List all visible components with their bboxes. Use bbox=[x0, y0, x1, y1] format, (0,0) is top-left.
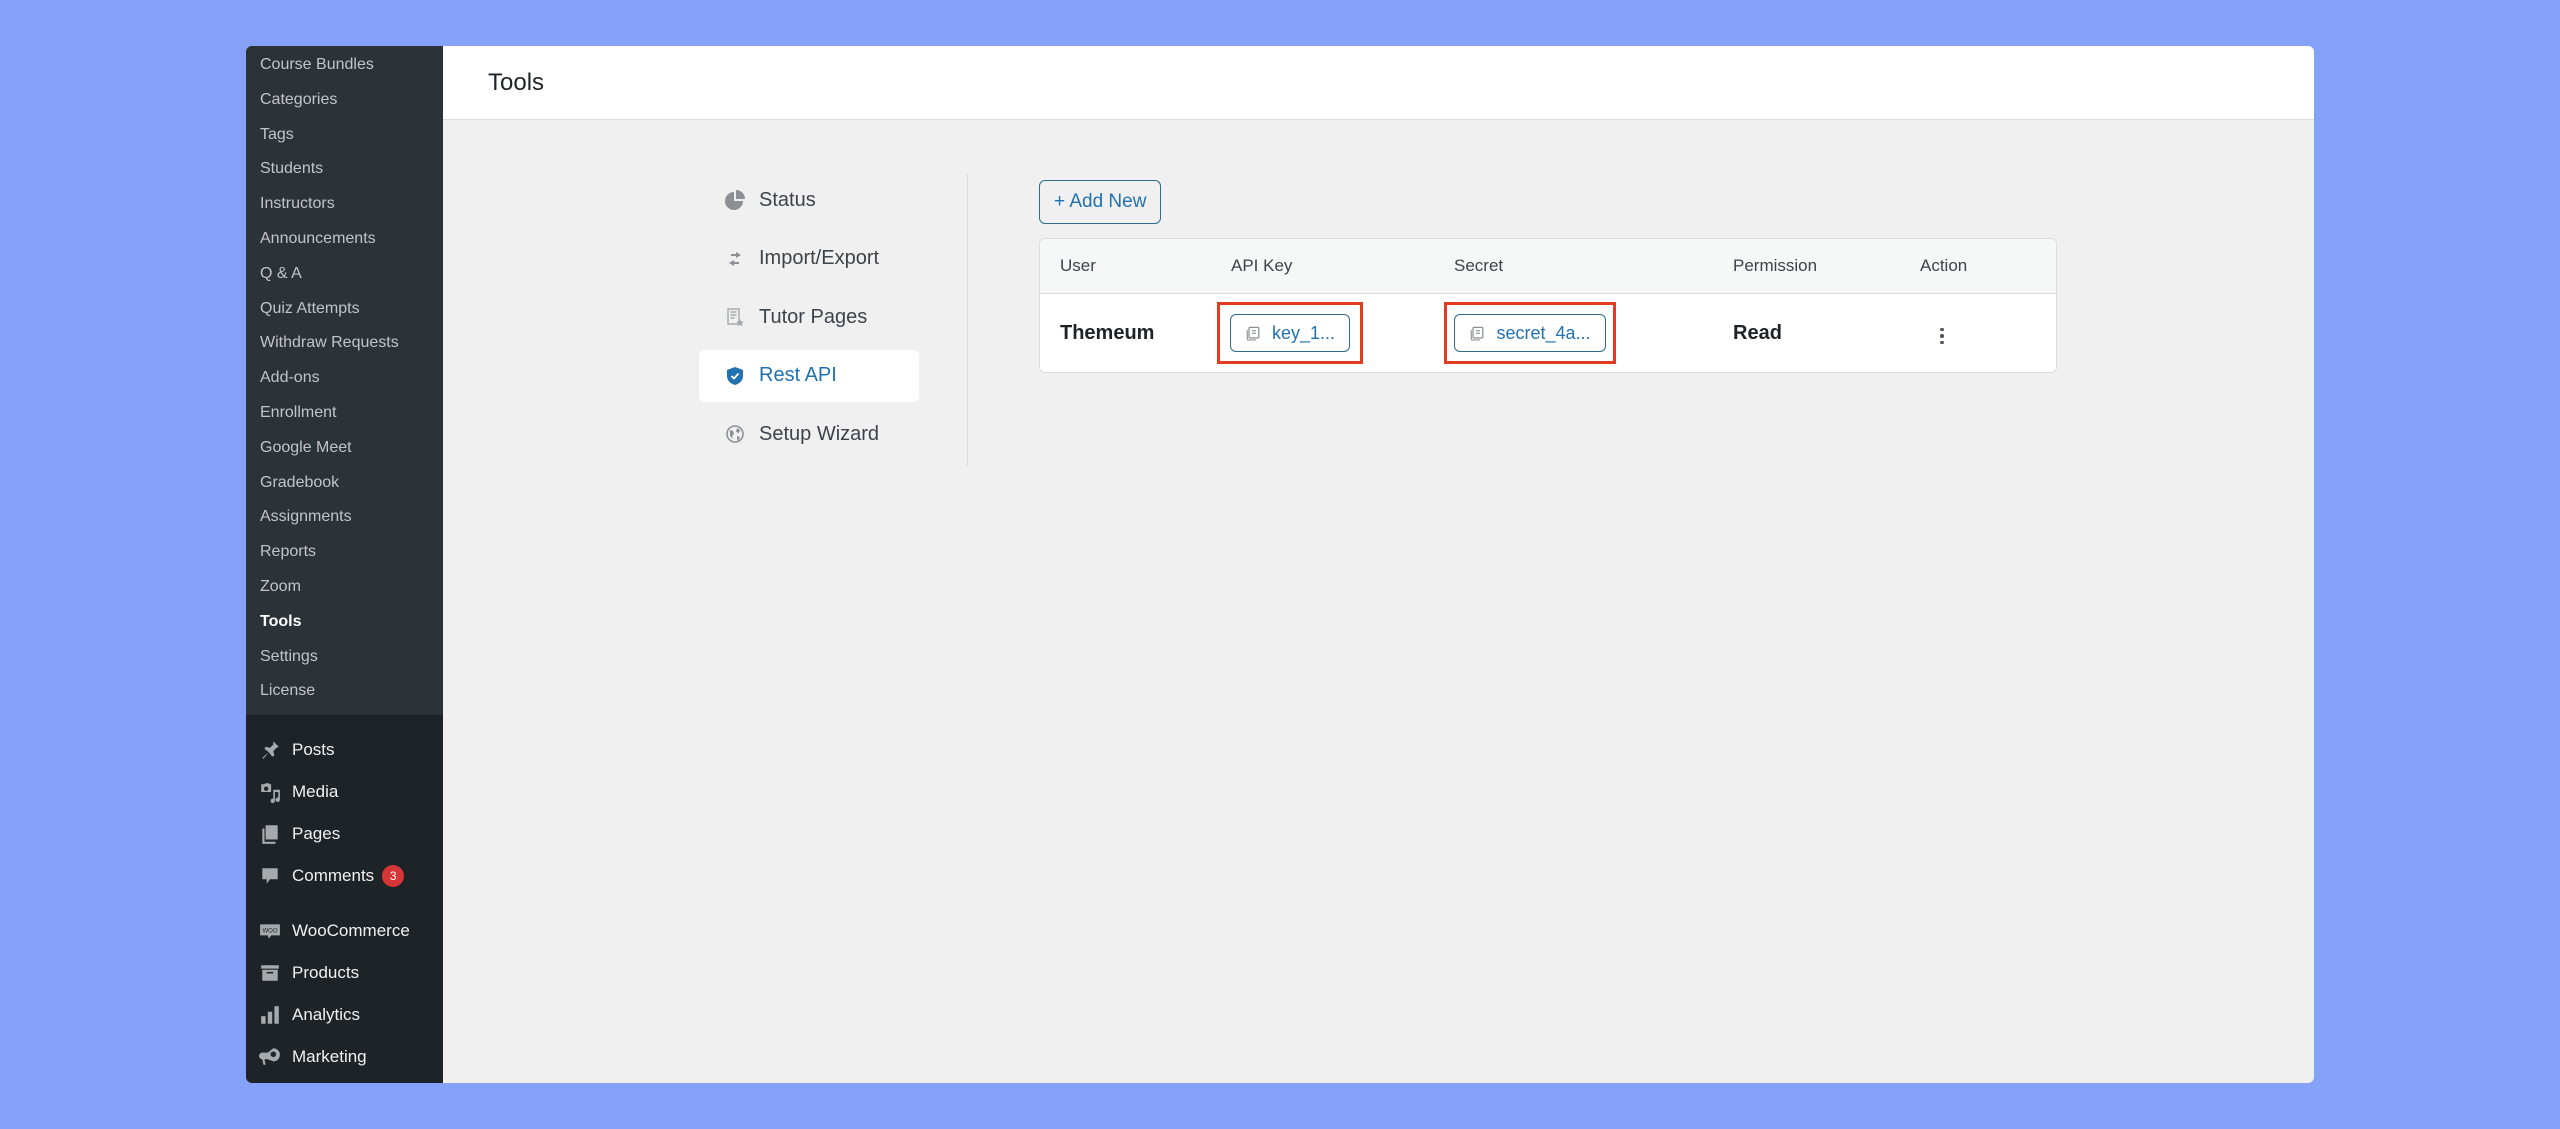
tools-nav-label: Status bbox=[759, 188, 816, 211]
submenu-item-tags[interactable]: Tags bbox=[246, 118, 443, 153]
copy-icon bbox=[1471, 326, 1484, 341]
tools-nav-label: Setup Wizard bbox=[759, 422, 880, 445]
admin-sidebar: Course Bundles Categories Tags Students … bbox=[246, 46, 443, 1083]
main-area: Tools Status Import/Export Tutor Pages R… bbox=[443, 46, 2314, 1083]
submenu-item-announcements[interactable]: Announcements bbox=[246, 222, 443, 257]
copy-api-key-button[interactable]: key_1... bbox=[1229, 314, 1351, 352]
column-header-secret: Secret bbox=[1454, 256, 1504, 275]
app-window: Course Bundles Categories Tags Students … bbox=[246, 46, 2314, 1083]
menu-item-media[interactable]: Media bbox=[246, 771, 443, 813]
submenu-item-reports[interactable]: Reports bbox=[246, 535, 443, 570]
kebab-menu-icon[interactable] bbox=[1936, 324, 1948, 349]
media-icon bbox=[258, 780, 282, 804]
submenu-item-qa[interactable]: Q & A bbox=[246, 257, 443, 292]
svg-text:WOO: WOO bbox=[262, 929, 277, 935]
woocommerce-icon: WOO bbox=[258, 919, 282, 943]
submenu-item-add-ons[interactable]: Add-ons bbox=[246, 361, 443, 396]
archive-box-icon bbox=[258, 961, 282, 985]
swap-arrows-icon bbox=[725, 249, 745, 269]
menu-item-label: Pages bbox=[292, 824, 341, 844]
comments-count-badge: 3 bbox=[382, 865, 405, 888]
page-title: Tools bbox=[488, 68, 545, 96]
main-menu: Posts Media Pages Comments 3 WOO WooComm… bbox=[246, 715, 443, 1078]
megaphone-icon bbox=[258, 1045, 282, 1069]
pages-icon bbox=[258, 822, 282, 846]
tools-nav-item-status[interactable]: Status bbox=[699, 174, 919, 226]
tools-nav-item-tutor-pages[interactable]: Tutor Pages bbox=[699, 291, 919, 343]
menu-item-label: Marketing bbox=[292, 1047, 367, 1067]
tools-nav-item-rest-api[interactable]: Rest API bbox=[699, 349, 919, 402]
page-star-icon bbox=[725, 307, 745, 327]
tutor-submenu: Course Bundles Categories Tags Students … bbox=[246, 46, 443, 716]
menu-item-posts[interactable]: Posts bbox=[246, 729, 443, 771]
submenu-item-google-meet[interactable]: Google Meet bbox=[246, 431, 443, 466]
table-header-row: User API Key Secret Permission Action bbox=[1040, 239, 2056, 294]
submenu-item-enrollment[interactable]: Enrollment bbox=[246, 396, 443, 431]
bar-chart-icon bbox=[258, 1003, 282, 1027]
api-key-value: key_1... bbox=[1271, 322, 1336, 343]
copy-icon bbox=[1246, 326, 1260, 341]
submenu-item-instructors[interactable]: Instructors bbox=[246, 187, 443, 222]
globe-icon bbox=[725, 424, 745, 444]
menu-item-analytics[interactable]: Analytics bbox=[246, 994, 443, 1036]
tools-nav-label: Tutor Pages bbox=[759, 305, 868, 328]
api-key-highlight: key_1... bbox=[1217, 302, 1363, 364]
menu-item-label: WooCommerce bbox=[292, 921, 410, 941]
menu-item-label: Posts bbox=[292, 740, 335, 760]
page-header: Tools bbox=[443, 46, 2314, 120]
menu-item-pages[interactable]: Pages bbox=[246, 813, 443, 855]
menu-item-label: Analytics bbox=[292, 1005, 361, 1025]
menu-item-woocommerce[interactable]: WOO WooCommerce bbox=[246, 910, 443, 952]
menu-item-label: Comments bbox=[292, 866, 375, 886]
permission-cell: Read bbox=[1733, 321, 1782, 344]
column-header-user: User bbox=[1060, 256, 1096, 275]
submenu-item-withdraw-requests[interactable]: Withdraw Requests bbox=[246, 326, 443, 361]
user-name-cell: Themeum bbox=[1060, 321, 1155, 344]
tools-nav: Status Import/Export Tutor Pages Rest AP… bbox=[699, 174, 968, 466]
submenu-item-students[interactable]: Students bbox=[246, 152, 443, 187]
secret-highlight: secret_4a... bbox=[1444, 302, 1616, 364]
pushpin-icon bbox=[258, 738, 282, 762]
api-keys-table: User API Key Secret Permission Action Th… bbox=[1039, 238, 2057, 373]
submenu-item-zoom[interactable]: Zoom bbox=[246, 570, 443, 605]
submenu-item-settings[interactable]: Settings bbox=[246, 640, 443, 675]
submenu-item-gradebook[interactable]: Gradebook bbox=[246, 466, 443, 501]
menu-item-comments[interactable]: Comments 3 bbox=[246, 855, 443, 897]
menu-item-label: Products bbox=[292, 963, 360, 983]
submenu-item-assignments[interactable]: Assignments bbox=[246, 500, 443, 535]
menu-item-label: Media bbox=[292, 782, 339, 802]
submenu-item-tools[interactable]: Tools bbox=[246, 605, 443, 640]
comment-icon bbox=[258, 864, 282, 888]
tools-nav-label: Rest API bbox=[759, 364, 837, 386]
page-content: Status Import/Export Tutor Pages Rest AP… bbox=[443, 120, 2314, 1083]
submenu-item-quiz-attempts[interactable]: Quiz Attempts bbox=[246, 292, 443, 327]
column-header-action: Action bbox=[1920, 256, 1968, 275]
rest-api-panel: + Add New User API Key Secret Permission… bbox=[1039, 180, 2057, 373]
menu-item-marketing[interactable]: Marketing bbox=[246, 1036, 443, 1078]
submenu-item-course-bundles[interactable]: Course Bundles bbox=[246, 48, 443, 83]
tools-nav-item-setup-wizard[interactable]: Setup Wizard bbox=[699, 408, 919, 460]
tools-nav-label: Import/Export bbox=[759, 247, 880, 269]
add-new-api-key-button[interactable]: + Add New bbox=[1039, 180, 1162, 224]
submenu-item-license[interactable]: License bbox=[246, 674, 443, 709]
pie-chart-icon bbox=[725, 190, 745, 210]
submenu-item-categories[interactable]: Categories bbox=[246, 83, 443, 118]
copy-secret-button[interactable]: secret_4a... bbox=[1454, 314, 1606, 352]
table-row: Themeum key_1... secret_4a... Read bbox=[1040, 294, 2056, 372]
shield-check-icon bbox=[725, 366, 745, 386]
column-header-api-key: API Key bbox=[1231, 256, 1293, 275]
menu-item-products[interactable]: Products bbox=[246, 952, 443, 994]
tools-nav-item-import-export[interactable]: Import/Export bbox=[699, 233, 919, 285]
column-header-permission: Permission bbox=[1733, 256, 1818, 275]
secret-value: secret_4a... bbox=[1496, 322, 1591, 343]
